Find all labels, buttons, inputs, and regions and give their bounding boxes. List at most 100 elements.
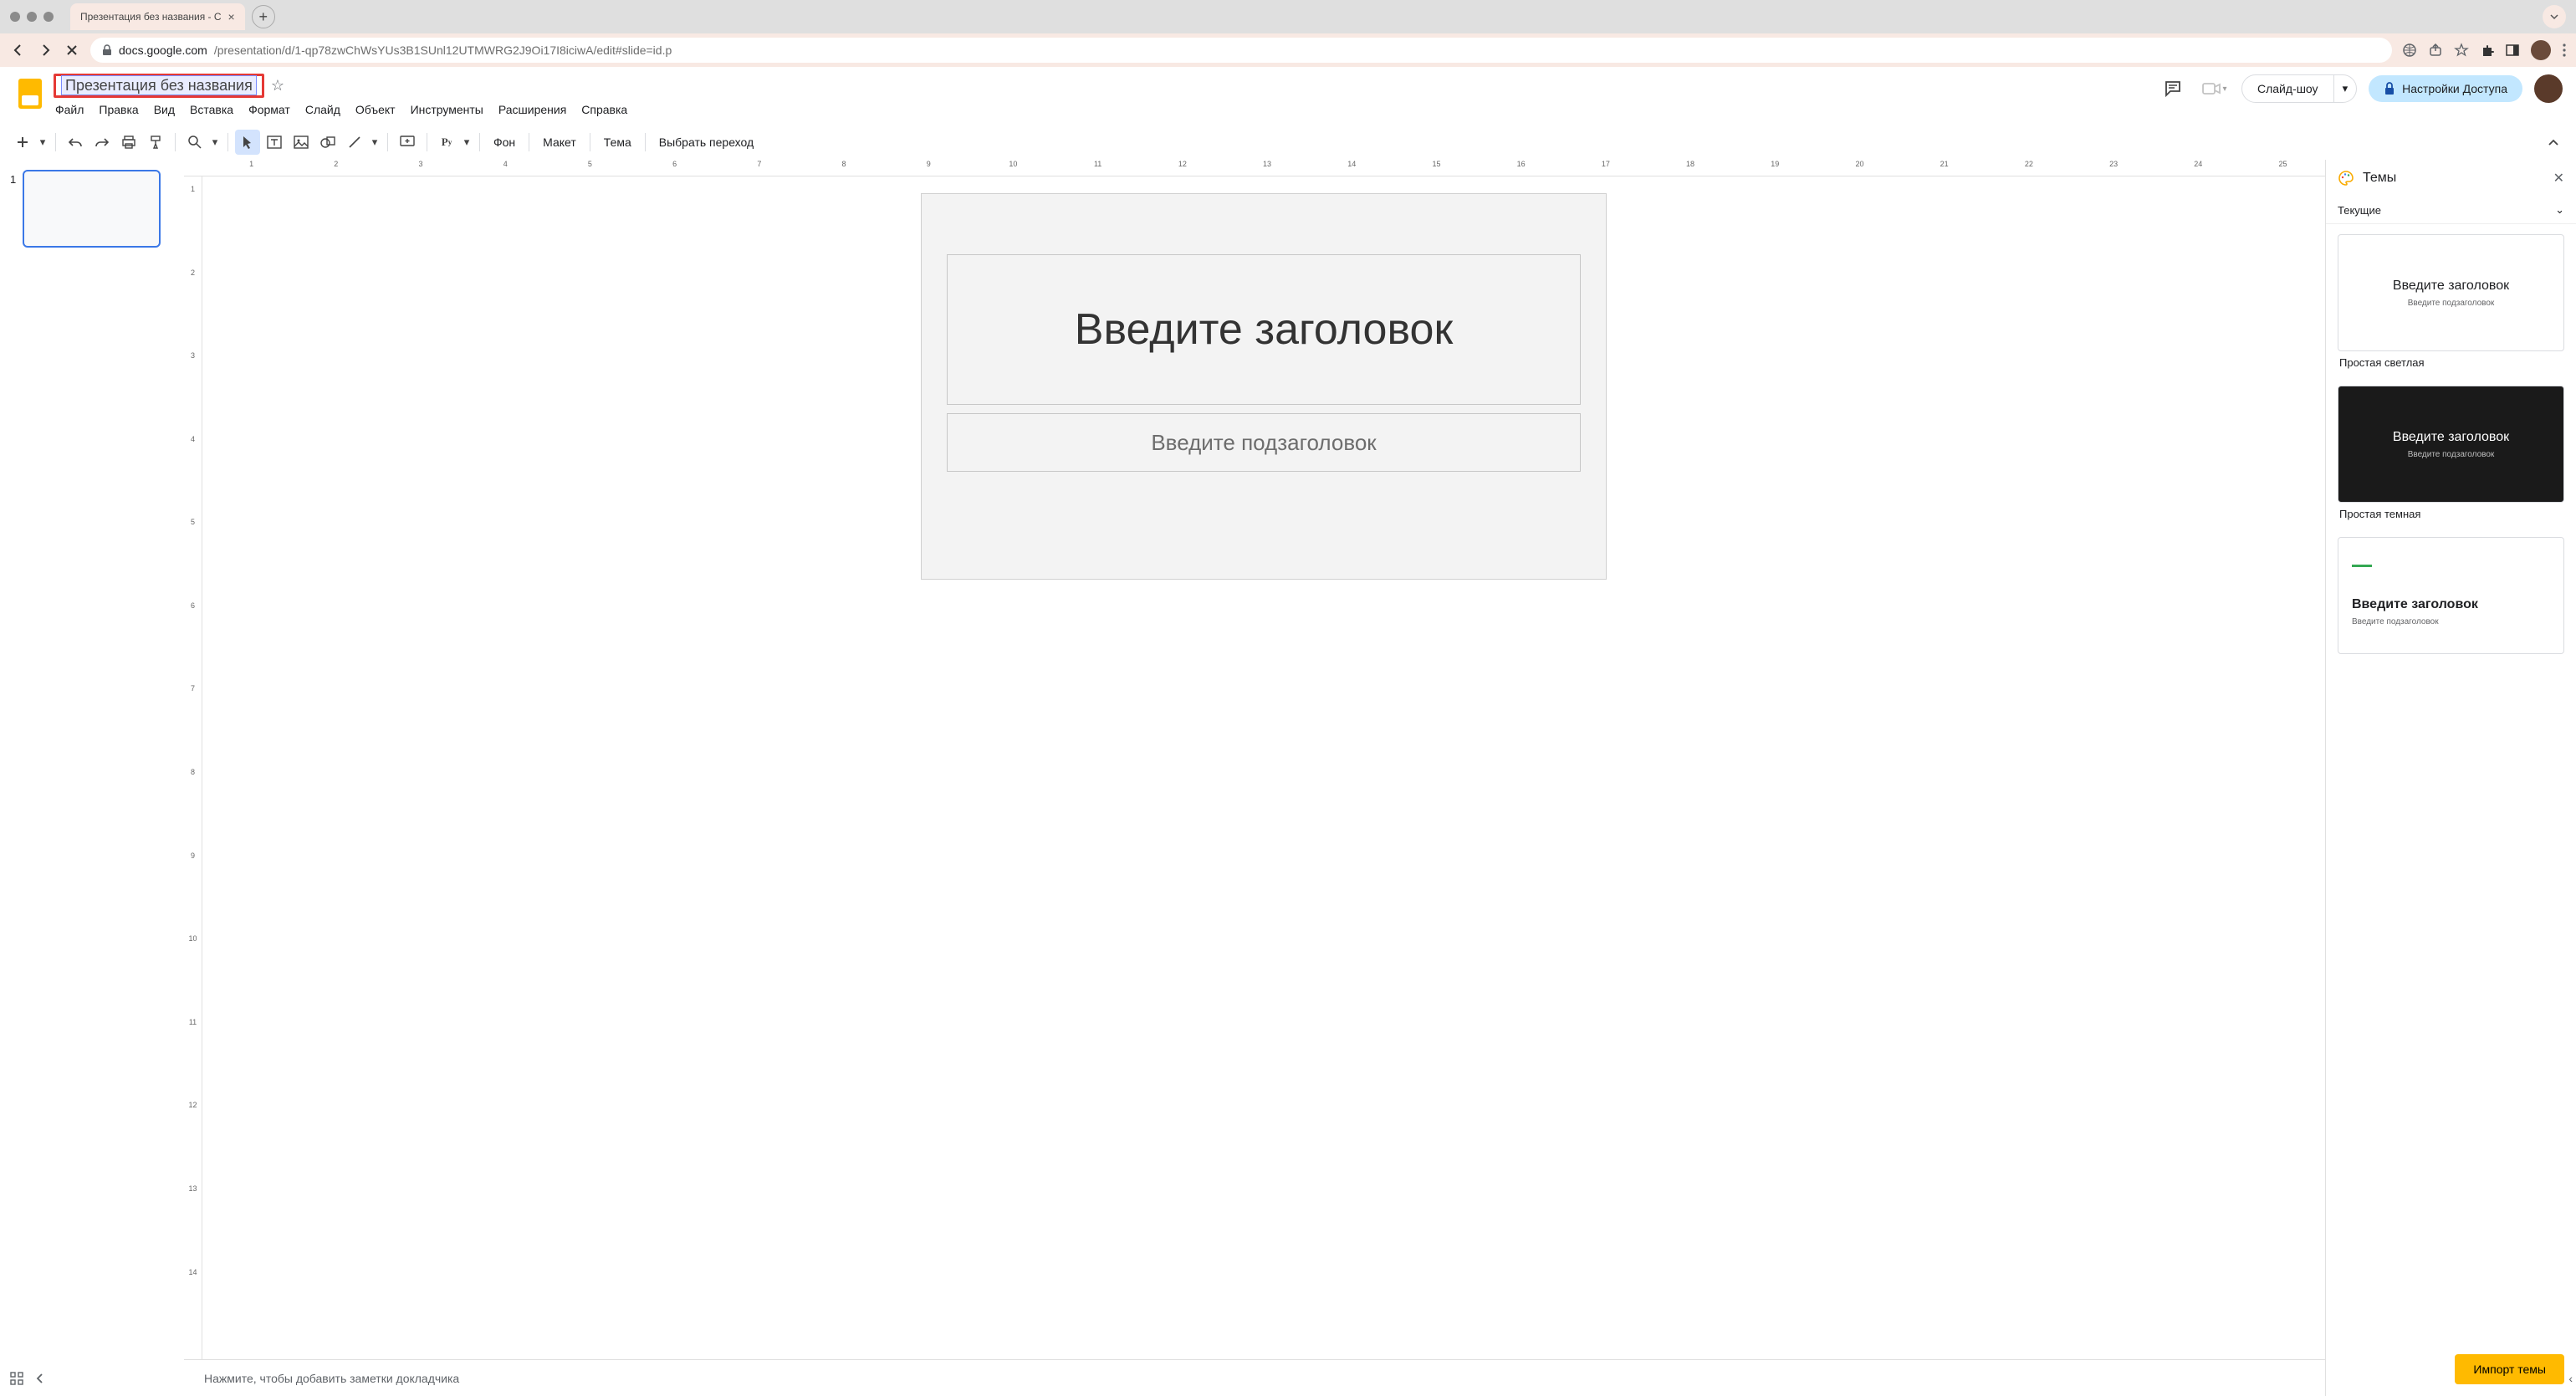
title-placeholder[interactable]: Введите заголовок [947, 254, 1581, 405]
window-close[interactable] [10, 12, 20, 22]
ruler-tick: 4 [184, 435, 202, 519]
ruler-tick: 9 [184, 851, 202, 935]
menu-file[interactable]: Файл [55, 103, 84, 116]
format-text-dropdown[interactable]: ▾ [461, 130, 473, 155]
line-tool[interactable] [342, 130, 367, 155]
stop-button[interactable] [64, 42, 80, 59]
transition-button[interactable]: Выбрать переход [652, 136, 760, 149]
close-tab-icon[interactable]: × [228, 10, 235, 23]
new-tab-button[interactable]: + [252, 5, 275, 28]
select-tool[interactable] [235, 130, 260, 155]
collapse-toolbar-button[interactable] [2541, 130, 2566, 155]
menu-object[interactable]: Объект [355, 103, 396, 116]
url-field[interactable]: docs.google.com/presentation/d/1-qp78zwC… [90, 38, 2392, 63]
format-text-tool[interactable]: Ру [434, 130, 459, 155]
gtranslate-icon[interactable] [2402, 43, 2417, 58]
textbox-tool[interactable] [262, 130, 287, 155]
ruler-horizontal: 1234567891011121314151617181920212223242… [184, 160, 2325, 176]
import-theme-button[interactable]: Импорт темы [2455, 1354, 2564, 1384]
zoom-button[interactable] [182, 130, 207, 155]
tabs-dropdown[interactable] [2543, 5, 2566, 28]
menu-tools[interactable]: Инструменты [411, 103, 483, 116]
image-tool[interactable] [289, 130, 314, 155]
menu-edit[interactable]: Правка [99, 103, 138, 116]
url-host: docs.google.com [119, 43, 207, 57]
lock-icon [2384, 82, 2395, 95]
close-panel-icon[interactable]: ✕ [2553, 170, 2564, 187]
window-minimize[interactable] [27, 12, 37, 22]
theme-preview-subtitle: Введите подзаголовок [2408, 450, 2495, 459]
share-icon[interactable] [2429, 43, 2442, 57]
menu-insert[interactable]: Вставка [190, 103, 233, 116]
menu-help[interactable]: Справка [581, 103, 627, 116]
menu-view[interactable]: Вид [154, 103, 175, 116]
zoom-dropdown[interactable]: ▾ [209, 130, 221, 155]
tab-bar: Презентация без названия - С × + [0, 0, 2576, 33]
explore-icon[interactable] [10, 1372, 23, 1385]
redo-button[interactable] [89, 130, 115, 155]
slide-thumbnail[interactable] [23, 170, 161, 248]
speaker-notes[interactable]: Нажмите, чтобы добавить заметки докладчи… [184, 1359, 2325, 1396]
menu-extensions[interactable]: Расширения [498, 103, 566, 116]
theme-preview-title: Введите заголовок [2352, 597, 2478, 612]
theme-preview-dark[interactable]: Введите заголовок Введите подзаголовок [2338, 386, 2564, 503]
ruler-tick: 8 [801, 160, 886, 168]
share-button[interactable]: Настройки Доступа [2369, 75, 2522, 102]
bottom-left-controls [10, 1372, 43, 1385]
meet-icon[interactable]: ▾ [2200, 74, 2230, 104]
new-slide-button[interactable] [10, 130, 35, 155]
ruler-tick: 16 [1479, 160, 1563, 168]
new-slide-dropdown[interactable]: ▾ [37, 130, 49, 155]
line-dropdown[interactable]: ▾ [369, 130, 381, 155]
theme-button[interactable]: Тема [597, 136, 638, 149]
undo-button[interactable] [63, 130, 88, 155]
accent-bar [2352, 565, 2372, 567]
themes-current-toggle[interactable]: Текущие ⌄ [2326, 197, 2576, 224]
back-button[interactable] [10, 42, 27, 59]
subtitle-placeholder[interactable]: Введите подзаголовок [947, 413, 1581, 472]
forward-button[interactable] [37, 42, 54, 59]
slideshow-dropdown[interactable]: ▾ [2333, 75, 2357, 102]
ruler-tick: 11 [1055, 160, 1140, 168]
chevron-left-icon[interactable] [35, 1373, 43, 1384]
star-icon[interactable]: ☆ [271, 77, 284, 95]
comments-icon[interactable] [2158, 74, 2188, 104]
extensions-icon[interactable] [2481, 43, 2494, 57]
layout-button[interactable]: Макет [536, 136, 583, 149]
slides-logo[interactable] [13, 77, 47, 110]
account-avatar[interactable] [2534, 74, 2563, 103]
chevron-left-side-icon[interactable]: ‹ [2568, 1372, 2573, 1385]
slide-thumb-row: 1 [10, 170, 174, 248]
slideshow-main[interactable]: Слайд-шоу [2242, 75, 2333, 102]
theme-preview-accent[interactable]: Введите заголовок Введите подзаголовок [2338, 537, 2564, 654]
sidepanel-icon[interactable] [2506, 43, 2519, 57]
paint-format-button[interactable] [143, 130, 168, 155]
profile-avatar[interactable] [2531, 40, 2551, 60]
window-maximize[interactable] [43, 12, 54, 22]
themes-current-label: Текущие [2338, 204, 2381, 217]
ruler-tick: 19 [1733, 160, 1817, 168]
shape-tool[interactable] [315, 130, 340, 155]
comment-tool[interactable] [395, 130, 420, 155]
background-button[interactable]: Фон [487, 136, 522, 149]
browser-tab[interactable]: Презентация без названия - С × [70, 3, 245, 30]
ruler-tick: 15 [1394, 160, 1479, 168]
menu-format[interactable]: Формат [248, 103, 290, 116]
theme-preview-subtitle: Введите подзаголовок [2408, 299, 2495, 308]
ruler-tick: 3 [378, 160, 463, 168]
tab-title: Презентация без названия - С [80, 11, 222, 23]
ruler-tick: 6 [632, 160, 717, 168]
ruler-tick: 10 [971, 160, 1055, 168]
doc-title-input[interactable]: Презентация без названия [61, 75, 257, 95]
theme-preview-title: Введите заголовок [2393, 430, 2509, 445]
bookmark-star-icon[interactable] [2454, 43, 2469, 58]
slide-canvas[interactable]: Введите заголовок Введите подзаголовок [921, 193, 1607, 580]
theme-label: Простая светлая [2338, 351, 2564, 374]
url-path: /presentation/d/1-qp78zwChWsYUs3B1SUnl12… [214, 43, 672, 57]
print-button[interactable] [116, 130, 141, 155]
theme-preview-light[interactable]: Введите заголовок Введите подзаголовок [2338, 234, 2564, 351]
ruler-tick: 18 [1648, 160, 1732, 168]
more-icon[interactable] [2563, 43, 2566, 57]
menu-slide[interactable]: Слайд [305, 103, 340, 116]
canvas-stage[interactable]: Введите заголовок Введите подзаголовок [202, 176, 2325, 1359]
